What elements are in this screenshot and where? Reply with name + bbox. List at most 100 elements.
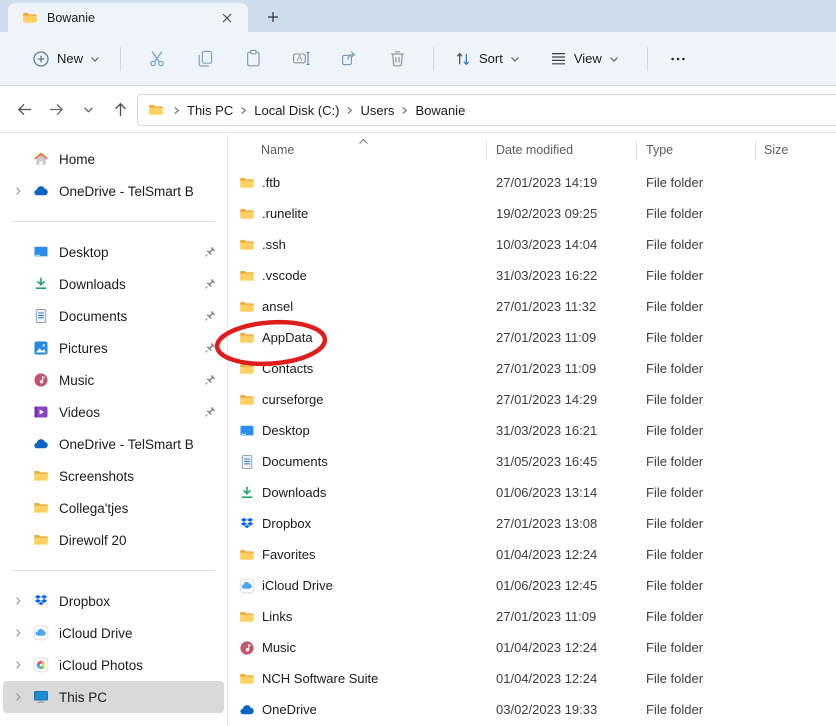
file-type: File folder	[636, 175, 755, 190]
explorer-tab[interactable]: Bowanie	[8, 3, 248, 32]
sidebar-item-label: This PC	[59, 690, 194, 705]
sidebar-item-desktop[interactable]: Desktop	[3, 236, 224, 268]
rename-button[interactable]: A	[277, 49, 325, 68]
sidebar-item-documents[interactable]: Documents	[3, 300, 224, 332]
new-button[interactable]: New	[24, 44, 108, 74]
paste-button[interactable]	[229, 49, 277, 68]
file-date-modified: 27/01/2023 11:32	[486, 299, 636, 314]
table-row[interactable]: NCH Software Suite 01/04/2023 12:24 File…	[228, 663, 836, 694]
sidebar-item-home[interactable]: Home	[3, 143, 224, 175]
navigation-sidebar: Home OneDrive - TelSmart BV Desktop Down…	[0, 133, 228, 726]
breadcrumb-item[interactable]: Local Disk (C:)	[250, 101, 343, 120]
pin-icon	[194, 277, 224, 292]
documents-icon	[239, 454, 255, 470]
sidebar-item-onedrive-telsmart-bv[interactable]: OneDrive - TelSmart BV	[3, 175, 224, 207]
expand-chevron-icon[interactable]	[3, 659, 33, 671]
sidebar-item-direwolf-20[interactable]: Direwolf 20	[3, 524, 224, 556]
new-tab-button[interactable]	[258, 3, 288, 31]
more-options-button[interactable]	[660, 50, 696, 68]
sidebar-divider	[12, 221, 215, 222]
sidebar-item-dropbox[interactable]: Dropbox	[3, 585, 224, 617]
sidebar-item-videos[interactable]: Videos	[3, 396, 224, 428]
sidebar-item-collega-tjes[interactable]: Collega'tjes	[3, 492, 224, 524]
sidebar-item-screenshots[interactable]: Screenshots	[3, 460, 224, 492]
table-row[interactable]: .ssh 10/03/2023 14:04 File folder	[228, 229, 836, 260]
tab-close-icon[interactable]	[216, 7, 238, 29]
breadcrumb-chevron-icon	[172, 106, 181, 115]
breadcrumb-item[interactable]: Bowanie	[411, 101, 469, 120]
column-divider[interactable]	[636, 140, 637, 160]
expand-chevron-icon[interactable]	[3, 595, 33, 607]
table-row[interactable]: Desktop 31/03/2023 16:21 File folder	[228, 415, 836, 446]
sort-ascending-caret-icon[interactable]	[358, 134, 369, 148]
table-row[interactable]: Dropbox 27/01/2023 13:08 File folder	[228, 508, 836, 539]
file-date-modified: 27/01/2023 13:08	[486, 516, 636, 531]
table-row[interactable]: iCloud Drive 01/06/2023 12:45 File folde…	[228, 570, 836, 601]
expand-chevron-icon[interactable]	[3, 691, 33, 703]
file-date-modified: 27/01/2023 14:29	[486, 392, 636, 407]
sidebar-item-icloud-photos[interactable]: iCloud Photos	[3, 649, 224, 681]
column-divider[interactable]	[486, 140, 487, 160]
file-type: File folder	[636, 392, 755, 407]
file-date-modified: 01/06/2023 12:45	[486, 578, 636, 593]
svg-text:A: A	[296, 53, 302, 63]
table-row[interactable]: Downloads 01/06/2023 13:14 File folder	[228, 477, 836, 508]
file-name: curseforge	[262, 392, 323, 407]
expand-chevron-icon[interactable]	[3, 627, 33, 639]
expand-chevron-icon[interactable]	[3, 185, 33, 197]
table-row[interactable]: ansel 27/01/2023 11:32 File folder	[228, 291, 836, 322]
table-row[interactable]: .vscode 31/03/2023 16:22 File folder	[228, 260, 836, 291]
breadcrumb-item[interactable]: This PC	[183, 101, 237, 120]
delete-button[interactable]	[373, 49, 421, 68]
file-name: Favorites	[262, 547, 315, 562]
back-button[interactable]	[8, 93, 40, 125]
file-name: Downloads	[262, 485, 326, 500]
share-button[interactable]	[325, 49, 373, 68]
music-icon	[33, 372, 49, 388]
sidebar-item-label: Screenshots	[59, 469, 194, 484]
table-row[interactable]: AppData 27/01/2023 11:09 File folder	[228, 322, 836, 353]
tab-title: Bowanie	[47, 11, 95, 25]
file-date-modified: 27/01/2023 11:09	[486, 330, 636, 345]
this-pc-icon	[33, 689, 49, 705]
table-row[interactable]: Music 01/04/2023 12:24 File folder	[228, 632, 836, 663]
copy-button[interactable]	[181, 49, 229, 68]
table-row[interactable]: .runelite 19/02/2023 09:25 File folder	[228, 198, 836, 229]
column-divider[interactable]	[755, 140, 756, 160]
sidebar-item-this-pc[interactable]: This PC	[3, 681, 224, 713]
forward-button[interactable]	[40, 93, 72, 125]
address-bar[interactable]: This PC Local Disk (C:) Users Bowanie	[137, 94, 836, 126]
cut-button[interactable]	[133, 49, 181, 68]
sidebar-item-label: Pictures	[59, 341, 194, 356]
column-header-size[interactable]: Size	[755, 143, 836, 157]
file-type: File folder	[636, 299, 755, 314]
sidebar-item-label: iCloud Photos	[59, 658, 194, 673]
file-type: File folder	[636, 702, 755, 717]
sidebar-item-icloud-drive[interactable]: iCloud Drive	[3, 617, 224, 649]
sidebar-item-music[interactable]: Music	[3, 364, 224, 396]
table-row[interactable]: .ftb 27/01/2023 14:19 File folder	[228, 167, 836, 198]
pin-icon	[194, 373, 224, 388]
breadcrumb-item[interactable]: Users	[356, 101, 398, 120]
table-row[interactable]: OneDrive 03/02/2023 19:33 File folder	[228, 694, 836, 725]
sidebar-item-onedrive-telsmart-bv[interactable]: OneDrive - TelSmart BV	[3, 428, 224, 460]
table-row[interactable]: Favorites 01/04/2023 12:24 File folder	[228, 539, 836, 570]
folder-icon	[239, 299, 255, 315]
sort-button[interactable]: Sort	[446, 44, 528, 74]
column-header-date-modified[interactable]: Date modified	[486, 143, 636, 157]
sidebar-item-pictures[interactable]: Pictures	[3, 332, 224, 364]
sidebar-item-label: Direwolf 20	[59, 533, 194, 548]
file-date-modified: 19/02/2023 09:25	[486, 206, 636, 221]
folder-icon	[239, 206, 255, 222]
column-header-name[interactable]: Name	[228, 143, 486, 157]
icloud-drive-icon	[239, 578, 255, 594]
table-row[interactable]: Documents 31/05/2023 16:45 File folder	[228, 446, 836, 477]
table-row[interactable]: curseforge 27/01/2023 14:29 File folder	[228, 384, 836, 415]
view-button[interactable]: View	[542, 44, 627, 73]
sidebar-item-downloads[interactable]: Downloads	[3, 268, 224, 300]
recent-locations-chevron-icon[interactable]	[72, 93, 104, 125]
up-button[interactable]	[104, 93, 136, 125]
table-row[interactable]: Contacts 27/01/2023 11:09 File folder	[228, 353, 836, 384]
column-header-type[interactable]: Type	[636, 143, 755, 157]
table-row[interactable]: Links 27/01/2023 11:09 File folder	[228, 601, 836, 632]
